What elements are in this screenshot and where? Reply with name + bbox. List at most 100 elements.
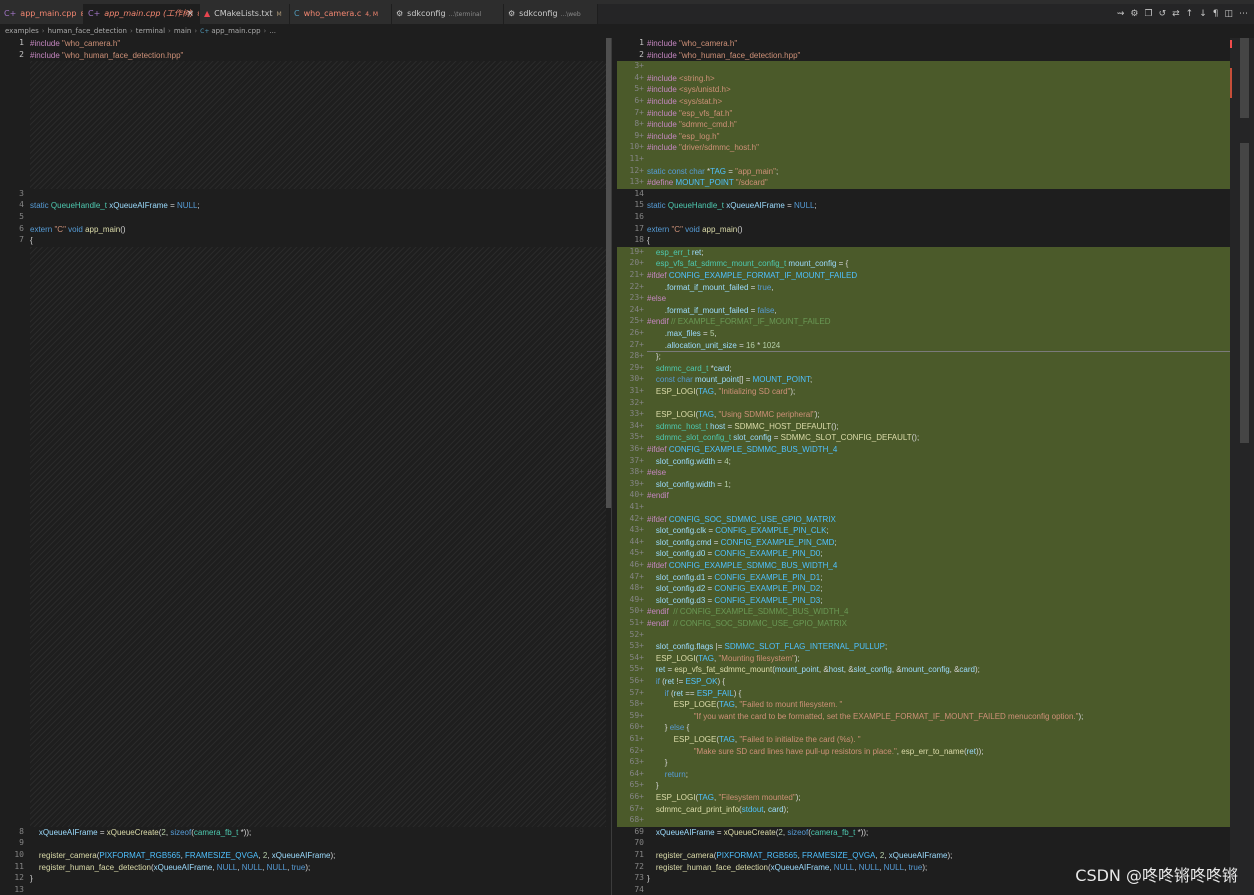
code-line[interactable]: #include "who_camera.h" [647,38,1230,50]
open-changes-icon[interactable]: ⇝ [1117,9,1125,19]
close-icon[interactable]: × [186,4,194,24]
code-line[interactable]: ESP_LOGE(TAG, "Failed to mount filesyste… [647,699,1230,711]
code-line[interactable]: const char mount_point[] = MOUNT_POINT; [647,374,1230,386]
code-line[interactable]: #ifdef CONFIG_EXAMPLE_SDMMC_BUS_WIDTH_4 [647,560,1230,572]
code-line[interactable]: .format_if_mount_failed = false, [647,305,1230,317]
code-line[interactable]: ESP_LOGI(TAG, "Mounting filesystem"); [647,653,1230,665]
code-line[interactable] [30,189,606,201]
code-line[interactable]: xQueueAIFrame = xQueueCreate(2, sizeof(c… [30,827,606,839]
code-line[interactable]: slot_config.d3 = CONFIG_EXAMPLE_PIN_D3; [647,595,1230,607]
modified-editor-pane[interactable]: 1 #include "who_camera.h" 2 #include "who_h… [617,38,1230,895]
code-line[interactable]: #endif [647,490,1230,502]
code-line[interactable] [30,212,606,224]
code-line[interactable]: register_camera(PIXFORMAT_RGB565, FRAMES… [30,850,606,862]
code-line[interactable]: #include "sdmmc_cmd.h" [647,119,1230,131]
code-line[interactable]: ESP_LOGI(TAG, "Filesystem mounted"); [647,792,1230,804]
code-line[interactable]: #endif // EXAMPLE_FORMAT_IF_MOUNT_FAILED [647,316,1230,328]
code-line[interactable]: slot_config.d0 = CONFIG_EXAMPLE_PIN_D0; [647,548,1230,560]
code-line[interactable]: sdmmc_slot_config_t slot_config = SDMMC_… [647,432,1230,444]
code-line[interactable]: return; [647,769,1230,781]
code-line[interactable]: register_human_face_detection(xQueueAIFr… [30,862,606,874]
code-line[interactable] [647,885,1230,895]
inline-view-icon[interactable]: ❐ [1144,9,1152,19]
code-line[interactable] [30,885,606,895]
code-line[interactable]: slot_config.clk = CONFIG_EXAMPLE_PIN_CLK… [647,525,1230,537]
code-line[interactable] [30,838,606,850]
code-line[interactable] [647,630,1230,642]
revert-icon[interactable]: ↺ [1159,9,1167,19]
code-line[interactable]: #include "who_human_face_detection.hpp" [30,50,606,62]
diff-splitter[interactable] [611,38,612,895]
code-line[interactable]: esp_err_t ret; [647,247,1230,259]
breadcrumb-item[interactable]: human_face_detection [48,27,127,35]
code-line[interactable]: ESP_LOGI(TAG, "Using SDMMC peripheral"); [647,409,1230,421]
code-line[interactable]: ESP_LOGI(TAG, "Initializing SD card"); [647,386,1230,398]
code-line[interactable]: static QueueHandle_t xQueueAIFrame = NUL… [30,200,606,212]
next-change-icon[interactable]: ↓ [1199,9,1207,19]
breadcrumb-item[interactable]: main [174,27,192,35]
compare-icon[interactable]: ⇄ [1172,9,1180,19]
breadcrumb-item[interactable]: app_main.cpp [211,27,260,35]
whitespace-icon[interactable]: ¶ [1213,9,1219,19]
code-line[interactable]: #define MOUNT_POINT "/sdcard" [647,177,1230,189]
code-line[interactable]: .allocation_unit_size = 16 * 1024 [647,340,1230,352]
code-line[interactable]: #include "esp_vfs_fat.h" [647,108,1230,120]
tab-2[interactable]: C+app_main.cpp (工作树)8× [84,4,200,24]
code-line[interactable]: static const char *TAG = "app_main"; [647,166,1230,178]
code-line[interactable]: #else [647,467,1230,479]
code-line[interactable] [647,398,1230,410]
tab-6[interactable]: ⚙ sdkconfig ...\web [504,4,598,24]
code-line[interactable]: #include "who_camera.h" [30,38,606,50]
code-line[interactable] [647,154,1230,166]
code-line[interactable]: slot_config.cmd = CONFIG_EXAMPLE_PIN_CMD… [647,537,1230,549]
code-line[interactable]: sdmmc_host_t host = SDMMC_HOST_DEFAULT()… [647,421,1230,433]
code-line[interactable]: #ifdef CONFIG_EXAMPLE_SDMMC_BUS_WIDTH_4 [647,444,1230,456]
original-editor-pane[interactable]: 1 #include "who_camera.h" 2 #include "who_h… [0,38,606,895]
code-line[interactable]: sdmmc_card_t *card; [647,363,1230,375]
code-line[interactable]: #include <string.h> [647,73,1230,85]
code-line[interactable]: xQueueAIFrame = xQueueCreate(2, sizeof(c… [647,827,1230,839]
code-line[interactable]: slot_config.width = 4; [647,456,1230,468]
overview-ruler[interactable] [1230,38,1254,895]
code-line[interactable]: #endif // CONFIG_SOC_SDMMC_USE_GPIO_MATR… [647,618,1230,630]
code-line[interactable] [647,61,1230,73]
previous-change-icon[interactable]: ↑ [1186,9,1194,19]
code-line[interactable]: #include <sys/stat.h> [647,96,1230,108]
code-line[interactable]: #include "who_human_face_detection.hpp" [647,50,1230,62]
code-line[interactable]: slot_config.flags |= SDMMC_SLOT_FLAG_INT… [647,641,1230,653]
scrollbar-thumb[interactable] [1240,38,1249,118]
split-editor-icon[interactable]: ◫ [1224,9,1233,19]
code-line[interactable]: slot_config.d2 = CONFIG_EXAMPLE_PIN_D2; [647,583,1230,595]
breadcrumb-item[interactable]: ... [269,27,276,35]
code-line[interactable] [647,212,1230,224]
code-line[interactable]: } [647,757,1230,769]
code-line[interactable]: static QueueHandle_t xQueueAIFrame = NUL… [647,200,1230,212]
code-line[interactable] [647,502,1230,514]
code-line[interactable]: #include "esp_log.h" [647,131,1230,143]
code-line[interactable]: extern "C" void app_main() [647,224,1230,236]
code-line[interactable]: }; [647,351,1230,363]
code-line[interactable]: if (ret != ESP_OK) { [647,676,1230,688]
code-line[interactable]: { [647,235,1230,247]
more-actions-icon[interactable]: ⋯ [1239,9,1248,19]
code-line[interactable]: .max_files = 5, [647,328,1230,340]
code-line[interactable]: { [30,235,606,247]
code-line[interactable] [647,189,1230,201]
code-line[interactable]: if (ret == ESP_FAIL) { [647,688,1230,700]
code-line[interactable]: "If you want the card to be formatted, s… [647,711,1230,723]
settings-icon[interactable]: ⚙ [1130,9,1138,19]
tab-3[interactable]: ▲ CMakeLists.txt M [200,4,290,24]
tab-5[interactable]: ⚙ sdkconfig ...\terminal [392,4,504,24]
code-line[interactable]: #endif // CONFIG_EXAMPLE_SDMMC_BUS_WIDTH… [647,606,1230,618]
code-line[interactable]: } else { [647,722,1230,734]
code-line[interactable]: #include "driver/sdmmc_host.h" [647,142,1230,154]
code-line[interactable]: slot_config.d1 = CONFIG_EXAMPLE_PIN_D1; [647,572,1230,584]
code-line[interactable] [647,838,1230,850]
code-line[interactable]: sdmmc_card_print_info(stdout, card); [647,804,1230,816]
code-line[interactable]: extern "C" void app_main() [30,224,606,236]
code-line[interactable]: #else [647,293,1230,305]
code-line[interactable]: .format_if_mount_failed = true, [647,282,1230,294]
code-line[interactable]: } [647,780,1230,792]
tab-4[interactable]: Cwho_camera.c 4, M [290,4,392,24]
code-line[interactable]: register_camera(PIXFORMAT_RGB565, FRAMES… [647,850,1230,862]
